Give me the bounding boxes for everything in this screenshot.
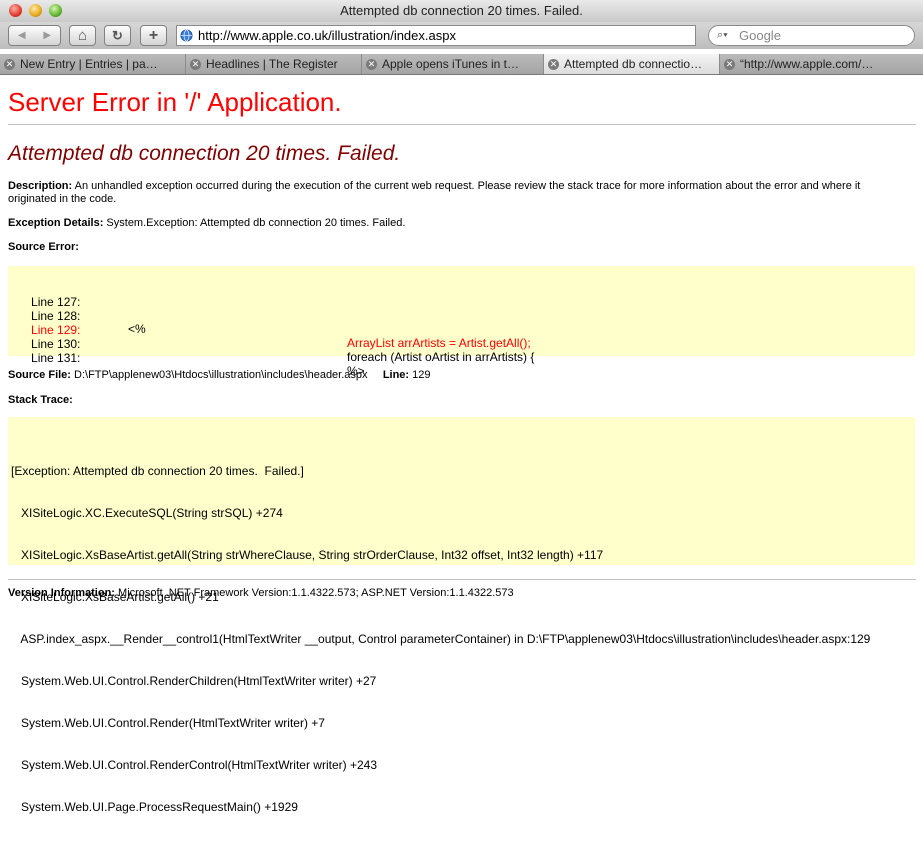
version-text: Microsoft .NET Framework Version:1.1.432… xyxy=(118,587,514,599)
tab-bar: ✕ New Entry | Entries | pa… ✕ Headlines … xyxy=(0,54,923,75)
stack-line: XISiteLogic.XsBaseArtist.getAll(String s… xyxy=(11,548,604,562)
tab-label: Headlines | The Register xyxy=(206,57,338,71)
reload-icon: ↻ xyxy=(112,27,123,43)
stack-line: System.Web.UI.Control.Render(HtmlTextWri… xyxy=(11,716,325,730)
source-line: Line 127: xyxy=(11,283,80,309)
tab-close-icon[interactable]: ✕ xyxy=(366,58,377,70)
source-line-highlighted: Line 129: ArrayList arrArtists = Artist.… xyxy=(11,311,531,350)
tab-label: “http://www.apple.com/… xyxy=(740,57,874,71)
window-title: Attempted db connection 20 times. Failed… xyxy=(340,3,583,18)
source-error-heading: Source Error: xyxy=(8,241,908,254)
stack-line: [Exception: Attempted db connection 20 t… xyxy=(11,464,304,478)
search-field[interactable]: ⌕▾ Google xyxy=(708,25,915,46)
divider xyxy=(8,579,916,580)
tab-headlines[interactable]: ✕ Headlines | The Register xyxy=(186,54,362,74)
plus-icon: + xyxy=(148,26,159,44)
version-label: Version Information: xyxy=(8,587,115,599)
stack-line: System.Web.UI.Control.RenderChildren(Htm… xyxy=(11,674,377,688)
source-line: Line 130: foreach (Artist oArtist in arr… xyxy=(11,325,534,364)
source-line: Line 131: %> xyxy=(11,339,365,378)
tab-new-entry[interactable]: ✕ New Entry | Entries | pa… xyxy=(0,54,186,74)
line-code: foreach (Artist oArtist in arrArtists) { xyxy=(347,350,535,364)
stack-line: System.Web.UI.Control.RenderControl(Html… xyxy=(11,758,377,772)
globe-icon xyxy=(180,29,193,42)
title-bar: Attempted db connection 20 times. Failed… xyxy=(0,0,923,23)
tab-label: New Entry | Entries | pa… xyxy=(20,57,158,71)
divider xyxy=(8,124,916,125)
source-error-box: Line 127: Line 128: <% Line 129: ArrayLi… xyxy=(8,266,915,378)
reload-button[interactable]: ↻ xyxy=(104,25,131,46)
tab-apple-com[interactable]: ✕ “http://www.apple.com/… xyxy=(720,54,923,74)
address-bar[interactable]: http://www.apple.co.uk/illustration/inde… xyxy=(176,25,696,46)
forward-arrow-icon[interactable]: ▶ xyxy=(43,30,51,41)
tab-close-icon[interactable]: ✕ xyxy=(190,58,201,70)
line-label: Line: xyxy=(382,369,410,381)
tab-attempted-db-connection[interactable]: ✕ Attempted db connectio… xyxy=(544,54,720,74)
source-error-label: Source Error: xyxy=(8,241,79,253)
line-code: ArrayList arrArtists = Artist.getAll(); xyxy=(347,336,531,350)
search-placeholder: Google xyxy=(739,28,781,43)
description: Description: An unhandled exception occu… xyxy=(8,180,908,206)
page-title: Server Error in '/' Application. xyxy=(8,87,342,117)
search-icon: ⌕▾ xyxy=(717,29,728,41)
exception-details: Exception Details: System.Exception: Att… xyxy=(8,217,908,230)
tab-close-icon[interactable]: ✕ xyxy=(724,58,735,70)
exception-label: Exception Details: xyxy=(8,217,104,229)
stack-trace: [Exception: Attempted db connection 20 t… xyxy=(11,436,870,842)
error-subheading: Attempted db connection 20 times. Failed… xyxy=(8,142,401,165)
tab-label: Attempted db connectio… xyxy=(564,57,703,71)
stack-line: XISiteLogic.XC.ExecuteSQL(String strSQL)… xyxy=(11,506,283,520)
line-code: <% xyxy=(128,322,146,336)
tab-apple-opens-itunes[interactable]: ✕ Apple opens iTunes in t… xyxy=(362,54,544,74)
url-text: http://www.apple.co.uk/illustration/inde… xyxy=(198,28,456,43)
source-file-label: Source File: xyxy=(8,369,71,381)
back-forward-buttons: ◀ ▶ xyxy=(8,25,61,46)
tab-label: Apple opens iTunes in t… xyxy=(382,57,519,71)
toolbar: ◀ ▶ ⌂ ↻ + http://www.apple.co.uk/illustr… xyxy=(0,22,923,49)
line-number: Line 131: xyxy=(31,351,81,365)
stack-trace-heading: Stack Trace: xyxy=(8,394,908,407)
description-text: An unhandled exception occurred during t… xyxy=(8,180,861,205)
source-file-info: Source File: D:\FTP\applenew03\Htdocs\il… xyxy=(8,369,908,382)
description-label: Description: xyxy=(8,180,73,192)
exception-text: System.Exception: Attempted db connectio… xyxy=(106,217,406,229)
back-arrow-icon[interactable]: ◀ xyxy=(18,30,26,41)
tab-close-icon[interactable]: ✕ xyxy=(548,58,559,70)
stack-line: System.Web.UI.Page.ProcessRequestMain() … xyxy=(11,800,298,814)
home-button[interactable]: ⌂ xyxy=(69,25,96,46)
source-file-path: D:\FTP\applenew03\Htdocs\illustration\in… xyxy=(74,369,368,381)
tab-close-icon[interactable]: ✕ xyxy=(4,58,15,70)
version-info: Version Information: Microsoft .NET Fram… xyxy=(8,587,908,600)
stack-line: ASP.index_aspx.__Render__control1(HtmlTe… xyxy=(11,632,871,646)
add-bookmark-button[interactable]: + xyxy=(140,25,167,46)
page-content: Server Error in '/' Application. Attempt… xyxy=(0,75,923,814)
source-line: Line 128: <% xyxy=(11,297,146,336)
stack-trace-box: [Exception: Attempted db connection 20 t… xyxy=(8,417,915,814)
home-icon: ⌂ xyxy=(77,27,88,44)
line-number-value: 129 xyxy=(412,369,431,381)
stack-trace-label: Stack Trace: xyxy=(8,394,73,406)
